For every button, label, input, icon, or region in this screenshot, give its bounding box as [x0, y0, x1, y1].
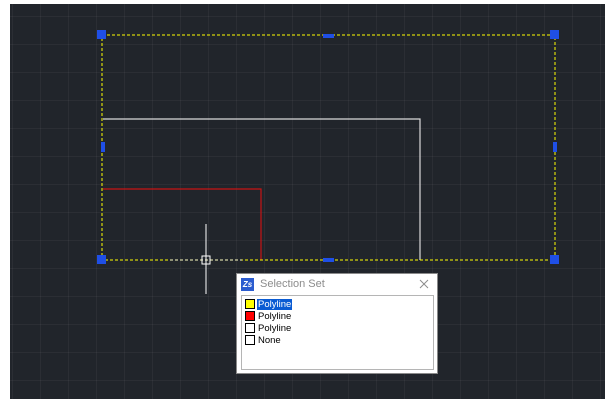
- dialog-title-bar[interactable]: Zs Selection Set: [237, 274, 437, 294]
- list-item[interactable]: Polyline: [242, 298, 433, 310]
- drawing-app-icon: Zs: [241, 277, 254, 291]
- color-swatch: [245, 311, 255, 321]
- red-polyline[interactable]: [103, 188, 262, 260]
- grip-top-right[interactable]: [550, 30, 559, 39]
- grip-bottom-mid[interactable]: [323, 258, 334, 262]
- list-item-label: Polyline: [257, 298, 293, 310]
- grip-bottom-left[interactable]: [97, 255, 106, 264]
- selection-bounding-box: [101, 34, 556, 261]
- color-swatch: [245, 323, 255, 333]
- dialog-title: Selection Set: [260, 278, 325, 290]
- grip-top-mid[interactable]: [323, 34, 334, 38]
- selection-set-dialog[interactable]: Zs Selection Set Polyline Polyline Polyl…: [236, 273, 438, 374]
- crosshair-cursor: [170, 224, 242, 294]
- grip-right-mid[interactable]: [553, 142, 557, 152]
- list-item-label: Polyline: [258, 310, 292, 322]
- list-item[interactable]: Polyline: [242, 310, 433, 322]
- list-item[interactable]: Polyline: [242, 322, 433, 334]
- grip-top-left[interactable]: [97, 30, 106, 39]
- selection-list[interactable]: Polyline Polyline Polyline None: [241, 295, 434, 370]
- list-item-label: None: [258, 334, 281, 346]
- close-icon: [419, 279, 429, 289]
- color-swatch: [245, 299, 255, 309]
- grip-left-mid[interactable]: [101, 142, 105, 152]
- list-item-label: Polyline: [258, 322, 292, 334]
- close-button[interactable]: [417, 277, 431, 291]
- grip-bottom-right[interactable]: [550, 255, 559, 264]
- color-swatch: [245, 335, 255, 345]
- list-item[interactable]: None: [242, 334, 433, 346]
